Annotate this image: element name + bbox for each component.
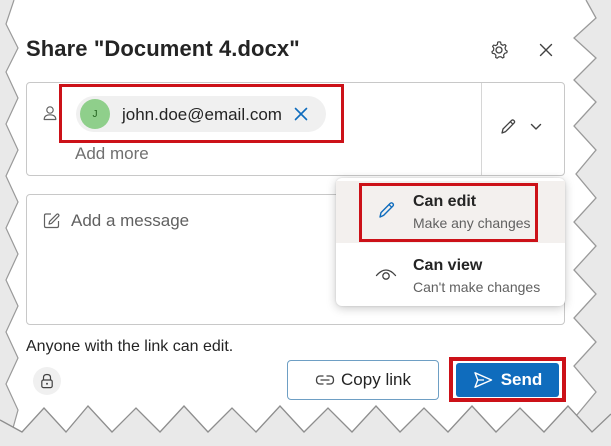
recipient-highlight-box: [59, 84, 344, 143]
permission-option-description: Can't make changes: [413, 279, 541, 295]
can-edit-highlight-box: [359, 183, 538, 242]
copy-link-button[interactable]: Copy link: [287, 360, 439, 400]
send-icon: [474, 372, 492, 388]
permission-option-can-view[interactable]: Can view Can't make changes: [336, 244, 565, 306]
add-more-input[interactable]: Add more: [75, 144, 149, 164]
compose-icon: [43, 212, 61, 234]
chevron-down-icon: [530, 123, 542, 130]
lock-icon: [41, 373, 53, 389]
send-label: Send: [500, 370, 543, 389]
close-icon[interactable]: [534, 38, 558, 62]
send-button[interactable]: Send: [456, 363, 559, 397]
link-icon: [315, 375, 335, 385]
link-settings-button[interactable]: [33, 367, 61, 395]
person-icon: [42, 105, 58, 126]
message-placeholder: Add a message: [71, 211, 190, 230]
permission-dropdown-button[interactable]: [498, 117, 542, 137]
share-dialog: Share "Document 4.docx" J john.doe@email…: [0, 0, 611, 446]
pencil-icon: [501, 119, 516, 134]
field-divider: [481, 83, 482, 175]
gear-icon[interactable]: [487, 38, 511, 62]
copy-link-label: Copy link: [341, 370, 411, 389]
dialog-title: Share "Document 4.docx": [26, 36, 300, 61]
link-settings-note[interactable]: Anyone with the link can edit.: [26, 338, 233, 356]
permission-option-title: Can view: [413, 257, 483, 274]
eye-icon: [375, 266, 397, 287]
